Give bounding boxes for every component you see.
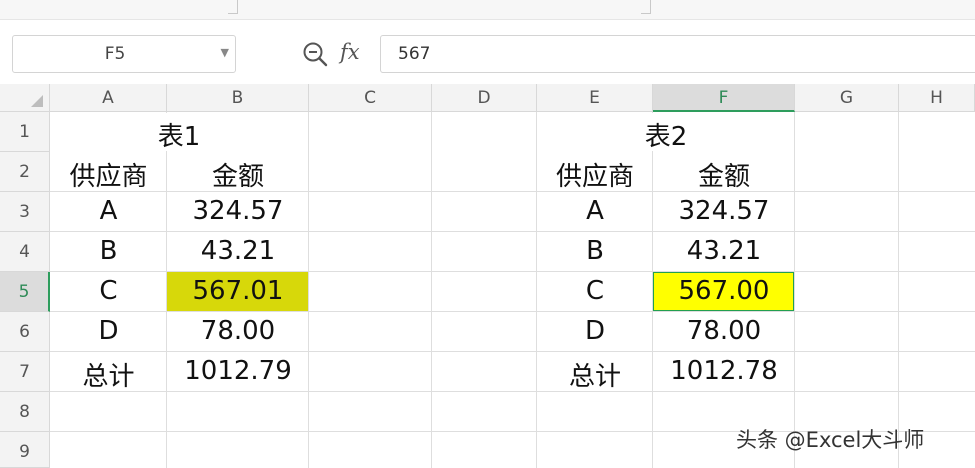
table2-amount[interactable]: 78.00 — [653, 316, 795, 346]
grid-line — [431, 112, 432, 468]
table1-total-amount[interactable]: 1012.79 — [167, 356, 309, 386]
column-header-f[interactable]: F — [653, 84, 795, 112]
fx-icon[interactable]: fx — [340, 40, 360, 64]
spreadsheet-grid[interactable]: A B C D E F G H 1 2 3 4 5 6 7 8 9 表1 供应商… — [0, 84, 975, 468]
table2-header-amount[interactable]: 金额 — [653, 156, 795, 193]
grid-line — [898, 112, 899, 468]
table2-supplier[interactable]: C — [537, 276, 653, 306]
cell-reference: F5 — [104, 44, 126, 64]
column-header-a[interactable]: A — [50, 84, 167, 112]
table1-supplier[interactable]: B — [50, 236, 167, 266]
watermark: 头条 @Excel大斗师 — [736, 428, 925, 452]
grid-line — [50, 351, 975, 352]
table2-supplier[interactable]: B — [537, 236, 653, 266]
table2-total-amount[interactable]: 1012.78 — [653, 356, 795, 386]
select-all-corner[interactable] — [0, 84, 50, 112]
name-box[interactable]: F5 ▼ — [12, 35, 236, 73]
table1-amount[interactable]: 567.01 — [167, 276, 309, 306]
row-header-5[interactable]: 5 — [0, 272, 50, 312]
table1-amount[interactable]: 324.57 — [167, 196, 309, 226]
column-header-g[interactable]: G — [795, 84, 899, 112]
row-header-4[interactable]: 4 — [0, 232, 50, 272]
grid-line — [50, 311, 975, 312]
table1-amount[interactable]: 78.00 — [167, 316, 309, 346]
table1-amount[interactable]: 43.21 — [167, 236, 309, 266]
table2-amount[interactable]: 567.00 — [653, 276, 795, 306]
table2-amount[interactable]: 324.57 — [653, 196, 795, 226]
toolbar-strip — [0, 0, 975, 20]
column-header-e[interactable]: E — [537, 84, 653, 112]
zoom-out-icon[interactable] — [302, 41, 328, 67]
formula-value: 567 — [398, 44, 431, 64]
table2-header-supplier[interactable]: 供应商 — [537, 156, 653, 193]
table2-title[interactable]: 表2 — [537, 116, 795, 153]
column-header-h[interactable]: H — [899, 84, 975, 112]
row-header-8[interactable]: 8 — [0, 392, 50, 432]
strip-divider — [641, 0, 651, 14]
table1-header-amount[interactable]: 金额 — [167, 156, 309, 193]
row-header-6[interactable]: 6 — [0, 312, 50, 352]
table1-header-supplier[interactable]: 供应商 — [50, 156, 167, 193]
column-header-d[interactable]: D — [432, 84, 537, 112]
formula-bar: F5 ▼ fx 567 — [0, 20, 975, 83]
grid-line — [50, 391, 975, 392]
row-header-7[interactable]: 7 — [0, 352, 50, 392]
table1-total-label[interactable]: 总计 — [50, 356, 167, 393]
column-header-b[interactable]: B — [167, 84, 309, 112]
table2-total-label[interactable]: 总计 — [537, 356, 653, 393]
formula-input[interactable]: 567 — [380, 35, 975, 73]
row-header-9[interactable]: 9 — [0, 432, 50, 468]
table1-supplier[interactable]: D — [50, 316, 167, 346]
row-header-3[interactable]: 3 — [0, 192, 50, 232]
column-header-c[interactable]: C — [309, 84, 432, 112]
table2-supplier[interactable]: A — [537, 196, 653, 226]
strip-divider — [228, 0, 238, 14]
row-header-2[interactable]: 2 — [0, 152, 50, 192]
table1-supplier[interactable]: A — [50, 196, 167, 226]
chevron-down-icon[interactable]: ▼ — [221, 46, 229, 59]
table1-title[interactable]: 表1 — [50, 116, 308, 153]
table1-supplier[interactable]: C — [50, 276, 167, 306]
table2-supplier[interactable]: D — [537, 316, 653, 346]
table2-amount[interactable]: 43.21 — [653, 236, 795, 266]
row-header-1[interactable]: 1 — [0, 112, 50, 152]
grid-line — [50, 231, 975, 232]
